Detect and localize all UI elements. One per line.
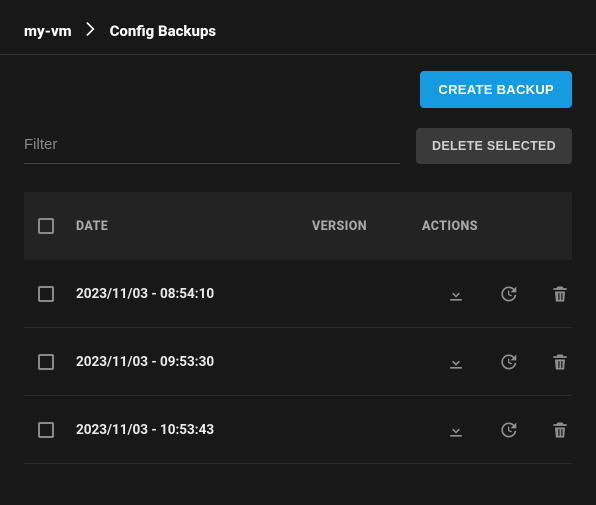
download-icon[interactable] (442, 280, 470, 308)
chevron-right-icon (86, 22, 96, 40)
filter-row: DELETE SELECTED (0, 128, 596, 192)
download-icon[interactable] (442, 348, 470, 376)
table-row: 2023/11/03 - 08:54:10 (24, 260, 572, 328)
row-actions (422, 280, 572, 308)
download-icon[interactable] (442, 416, 470, 444)
select-all-checkbox[interactable] (38, 218, 54, 234)
restore-icon[interactable] (494, 416, 522, 444)
top-actions: CREATE BACKUP (0, 55, 596, 128)
row-date: 2023/11/03 - 09:53:30 (68, 354, 312, 370)
restore-icon[interactable] (494, 348, 522, 376)
row-date: 2023/11/03 - 08:54:10 (68, 286, 312, 302)
trash-icon[interactable] (546, 348, 574, 376)
column-header-date: DATE (68, 219, 312, 234)
table-header: DATE VERSION ACTIONS (24, 192, 572, 260)
row-checkbox[interactable] (38, 422, 54, 438)
backup-table: DATE VERSION ACTIONS 2023/11/03 - 08:54:… (0, 192, 596, 464)
row-actions (422, 348, 572, 376)
delete-selected-button[interactable]: DELETE SELECTED (416, 128, 572, 164)
trash-icon[interactable] (546, 416, 574, 444)
row-checkbox[interactable] (38, 286, 54, 302)
row-date: 2023/11/03 - 10:53:43 (68, 422, 312, 438)
row-checkbox[interactable] (38, 354, 54, 370)
breadcrumb-root[interactable]: my-vm (24, 22, 72, 40)
column-header-version: VERSION (312, 219, 422, 234)
breadcrumb-current: Config Backups (110, 22, 217, 40)
filter-input[interactable] (24, 130, 400, 164)
create-backup-button[interactable]: CREATE BACKUP (420, 71, 572, 108)
trash-icon[interactable] (546, 280, 574, 308)
column-header-actions: ACTIONS (422, 219, 572, 234)
restore-icon[interactable] (494, 280, 522, 308)
table-row: 2023/11/03 - 10:53:43 (24, 396, 572, 464)
breadcrumb: my-vm Config Backups (0, 0, 596, 55)
table-row: 2023/11/03 - 09:53:30 (24, 328, 572, 396)
row-actions (422, 416, 572, 444)
